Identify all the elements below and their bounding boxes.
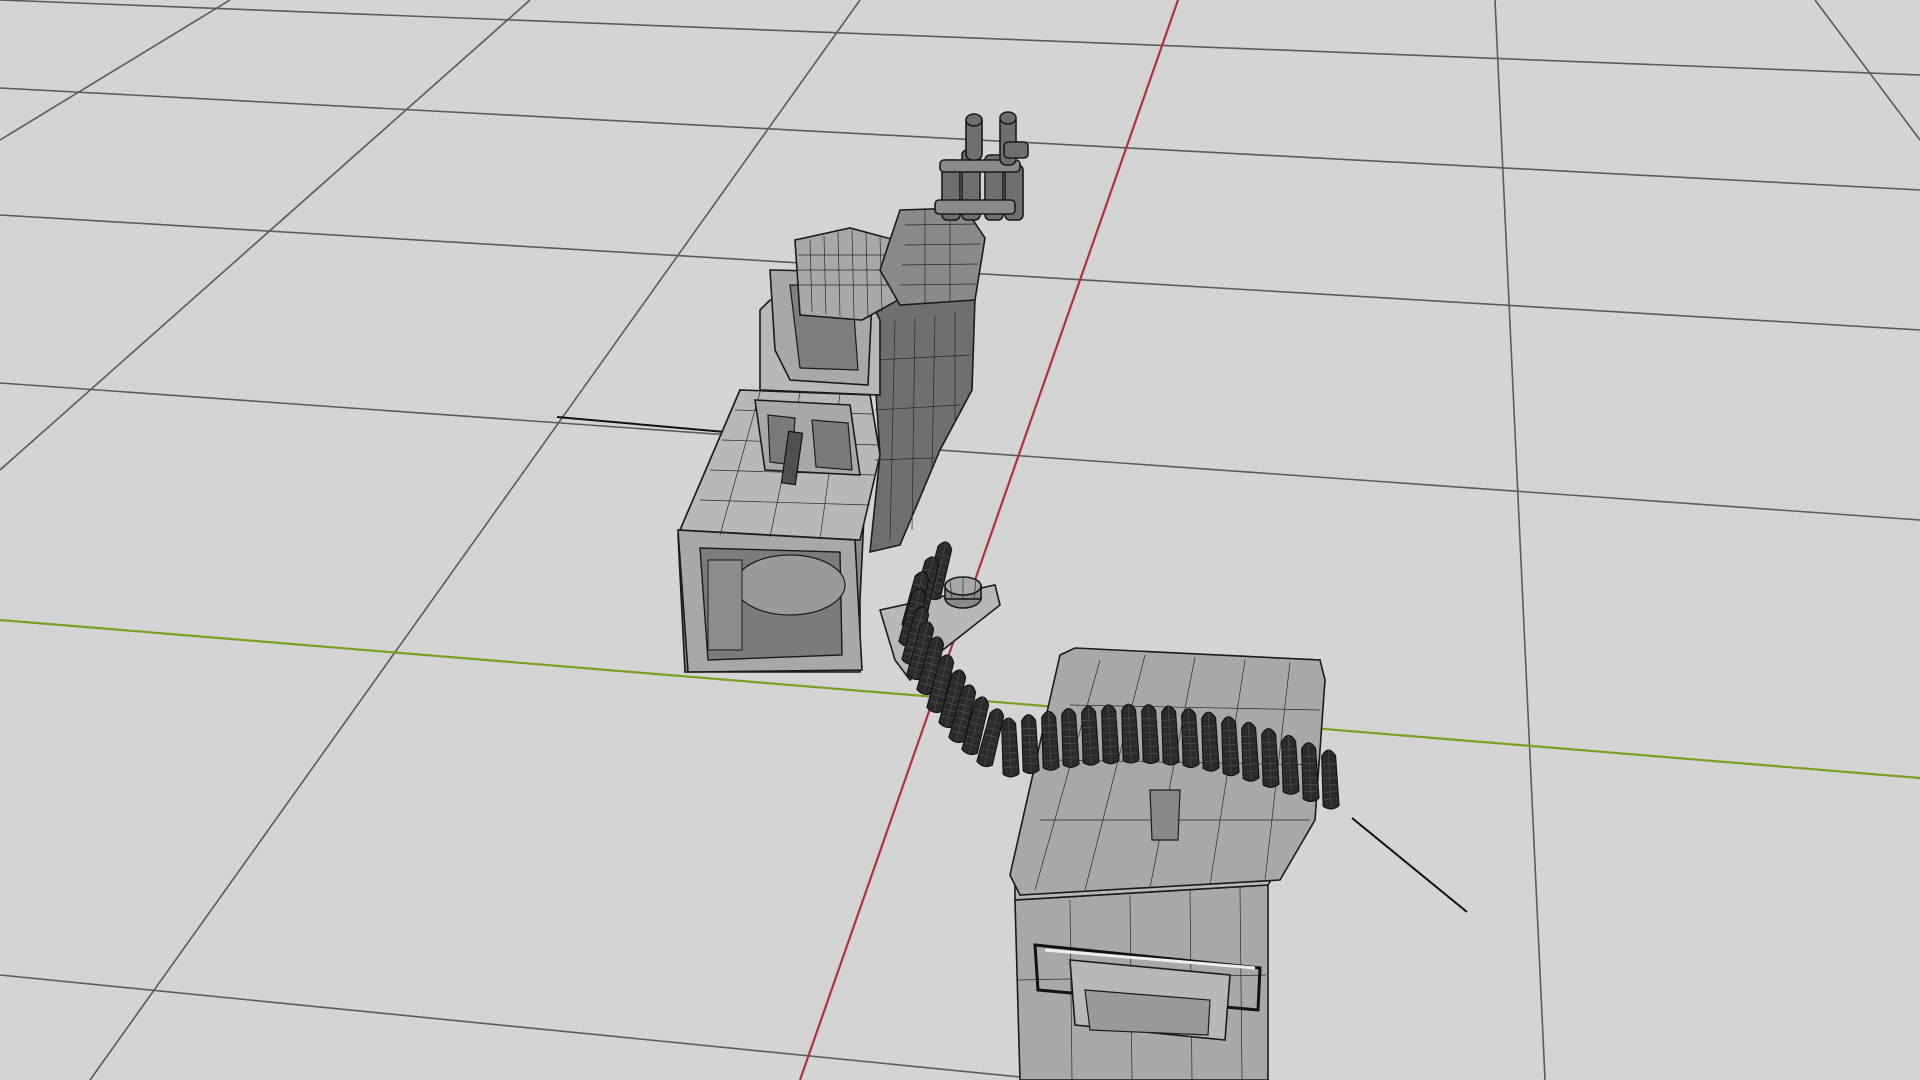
grid-line [0,0,1920,76]
barrel-cluster [934,111,1029,221]
cartridge [1321,749,1340,810]
3d-viewport[interactable] [0,0,1920,1080]
grid-line [0,0,231,141]
cartridge [1021,714,1040,775]
viewport-canvas[interactable] [0,0,1920,1080]
grid-line [1494,0,1546,1080]
grid-line [1814,0,1920,141]
cartridge [1001,717,1020,778]
belt-lead-wire [1351,817,1468,913]
drum [734,554,846,616]
grid-line [0,974,1051,1080]
grid-line [0,0,531,471]
